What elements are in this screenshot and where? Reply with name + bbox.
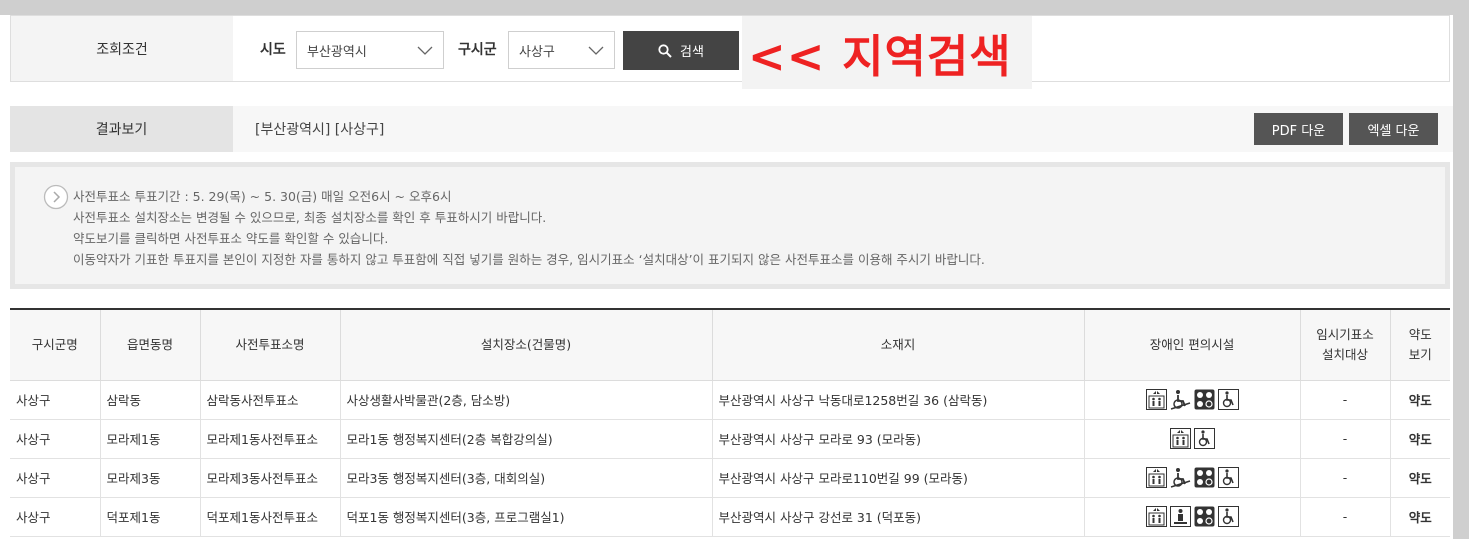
cell-address: 부산광역시 사상구 모라로110번길 99 (모라동) [712,458,1085,498]
cell-dong: 삼락동 [100,380,201,420]
cell-temp-booth: - [1300,419,1391,459]
cell-map-link[interactable]: 약도 [1390,380,1450,420]
cell-facilities [1084,458,1301,498]
header-dong: 읍면동명 [100,308,201,381]
cell-dong: 모라제1동 [100,419,201,459]
search-condition-bar: 조회조건 시도 부산광역시 구시군 사상구 검색 << 지역검색 [10,15,1450,89]
cell-place: 모라3동 행정복지센터(3층, 대회의실) [340,458,713,498]
cell-map-link[interactable]: 약도 [1390,419,1450,459]
notice-line: 이동약자가 기표한 투표지를 본인이 지정한 자를 통하지 않고 투표함에 직접… [73,252,985,267]
cell-temp-booth: - [1300,380,1391,420]
wheelchair-icon [1217,506,1239,527]
sigungu-label: 구시군 [458,41,497,58]
search-icon [658,43,672,58]
pdf-download-button[interactable]: PDF 다운 [1254,113,1343,145]
result-region-text: [부산광역시] [사상구] [255,122,385,138]
wheelchair-ramp-icon [1170,389,1191,410]
cell-facilities [1084,380,1301,420]
cell-map-link[interactable]: 약도 [1390,458,1450,498]
cell-gu: 사상구 [10,380,101,420]
cell-temp-booth: - [1300,497,1391,537]
cell-place: 덕포1동 행정복지센터(3층, 프로그램실1) [340,497,713,537]
excel-download-button[interactable]: 엑셀 다운 [1349,113,1438,145]
sido-select-value: 부산광역시 [307,44,367,60]
cell-place: 사상생활사박물관(2층, 담소방) [340,380,713,420]
wheelchair-ramp-icon [1170,467,1191,488]
notice-line: 약도보기를 클릭하면 사전투표소 약도를 확인할 수 있습니다. [73,231,389,246]
cell-address: 부산광역시 사상구 모라로 93 (모라동) [712,419,1085,459]
cell-address: 부산광역시 사상구 강선로 31 (덕포동) [712,497,1085,537]
elevator-icon [1145,389,1167,410]
facility-icons [1145,506,1239,527]
cell-station-name: 모라제3동사전투표소 [200,458,341,498]
lift-icon [1169,506,1191,527]
header-gu: 구시군명 [10,308,101,381]
header-facilities: 장애인 편의시설 [1084,308,1301,381]
braille-icon [1194,506,1215,527]
table-header-row: 구시군명 읍면동명 사전투표소명 설치장소(건물명) 소재지 장애인 편의시설 … [10,308,1450,381]
notice-line: 사전투표소 설치장소는 변경될 수 있으므로, 최종 설치장소를 확인 후 투표… [73,210,547,225]
header-station-name: 사전투표소명 [200,308,341,381]
cell-station-name: 모라제1동사전투표소 [200,419,341,459]
elevator-icon [1145,506,1167,527]
facility-icons [1145,467,1239,488]
cell-facilities [1084,419,1301,459]
search-button[interactable]: 검색 [623,31,739,70]
cell-dong: 덕포제1동 [100,497,201,537]
chevron-right-circle-icon [43,184,69,210]
header-map: 약도 보기 [1390,308,1450,381]
sido-select[interactable]: 부산광역시 [296,31,444,69]
facility-icons [1145,389,1239,410]
search-condition-label: 조회조건 [11,16,233,81]
cell-map-link[interactable]: 약도 [1390,497,1450,537]
cell-place: 모라1동 행정복지센터(2층 복합강의실) [340,419,713,459]
table-row: 사상구 삼락동 삼락동사전투표소 사상생활사박물관(2층, 담소방) 부산광역시 사상구… [10,380,1450,420]
cell-address: 부산광역시 사상구 낙동대로1258번길 36 (삼락동) [712,380,1085,420]
cell-dong: 모라제3동 [100,458,201,498]
polling-station-table: 구시군명 읍면동명 사전투표소명 설치장소(건물명) 소재지 장애인 편의시설 … [10,308,1450,537]
table-row: 사상구 모라제1동 모라제1동사전투표소 모라1동 행정복지센터(2층 복합강의실) 부… [10,419,1450,459]
elevator-icon [1145,467,1167,488]
result-bar: 결과보기 [부산광역시] [사상구] PDF 다운 엑셀 다운 [10,106,1453,152]
cell-station-name: 덕포제1동사전투표소 [200,497,341,537]
chevron-down-icon [588,46,604,55]
header-temp-booth: 임시기표소 설치대상 [1300,308,1391,381]
notice-line: 사전투표소 투표기간 : 5. 29(목) ~ 5. 30(금) 매일 오전6시… [73,189,452,204]
header-address: 소재지 [712,308,1085,381]
table-row: 사상구 덕포제1동 덕포제1동사전투표소 덕포1동 행정복지센터(3층, 프로그램실1… [10,497,1450,537]
facility-icons [1169,428,1215,449]
result-label: 결과보기 [10,106,233,152]
braille-icon [1194,389,1215,410]
cell-station-name: 삼락동사전투표소 [200,380,341,420]
cell-temp-booth: - [1300,458,1391,498]
wheelchair-icon [1217,389,1239,410]
page: 조회조건 시도 부산광역시 구시군 사상구 검색 << 지역검색 결과보기 [부… [0,15,1453,539]
header-place: 설치장소(건물명) [340,308,713,381]
region-search-annotation: << 지역검색 [742,16,1032,89]
notice-box: 사전투표소 투표기간 : 5. 29(목) ~ 5. 30(금) 매일 오전6시… [10,162,1450,289]
sigungu-select[interactable]: 사상구 [508,31,615,69]
sigungu-select-value: 사상구 [519,44,555,60]
braille-icon [1194,467,1215,488]
cell-gu: 사상구 [10,419,101,459]
wheelchair-icon [1217,467,1239,488]
chevron-down-icon [417,46,433,55]
elevator-icon [1169,428,1191,449]
table-row: 사상구 모라제3동 모라제3동사전투표소 모라3동 행정복지센터(3층, 대회의실) 부… [10,458,1450,498]
cell-gu: 사상구 [10,458,101,498]
sido-label: 시도 [260,41,286,58]
wheelchair-icon [1193,428,1215,449]
cell-gu: 사상구 [10,497,101,537]
cell-facilities [1084,497,1301,537]
search-button-label: 검색 [680,45,704,60]
